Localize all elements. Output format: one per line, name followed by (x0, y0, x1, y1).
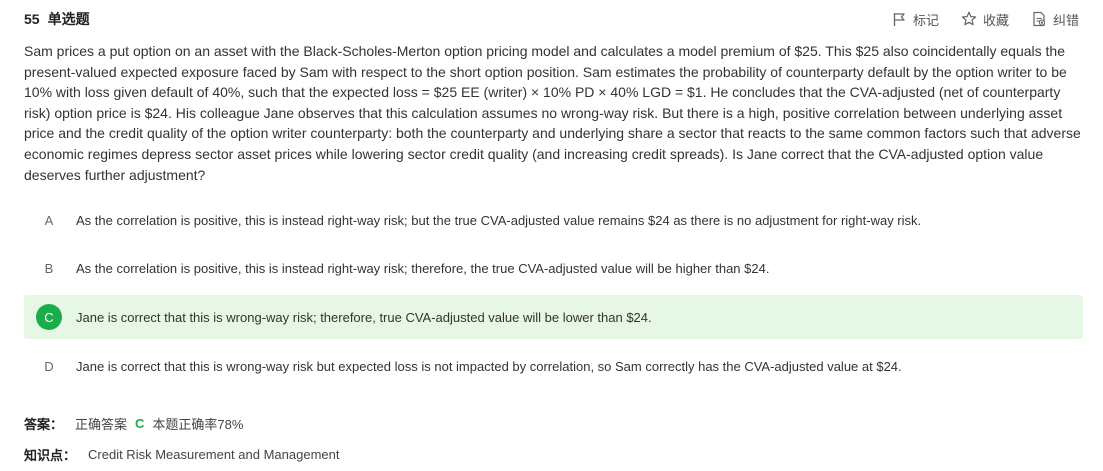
option-letter-selected: C (36, 304, 62, 331)
question-stem: Sam prices a put option on an asset with… (24, 43, 1081, 183)
report-error-button[interactable]: 纠错 (1031, 10, 1079, 29)
option-letter: B (44, 261, 54, 277)
option-a[interactable]: A As the correlation is positive, this i… (24, 198, 1083, 242)
knowledge-point-label: 知识点： (24, 448, 77, 463)
options-list: A As the correlation is positive, this i… (24, 198, 1083, 393)
option-letter: D (44, 358, 54, 374)
question-actions: 标记 收藏 纠错 (892, 10, 1079, 29)
question-number: 55 (24, 11, 40, 27)
correct-answer-label: 正确答案 (75, 417, 128, 432)
answer-row: 答案： 正确答案 C 本题正确率78% (24, 414, 243, 433)
option-letter: A (44, 212, 54, 228)
report-label: 纠错 (1052, 12, 1079, 28)
correct-answer-letter: C (135, 416, 145, 431)
flag-icon (892, 12, 907, 27)
option-text: As the correlation is positive, this is … (76, 212, 922, 228)
question-title: 55 单选题 (24, 9, 90, 29)
knowledge-point-row: 知识点： Credit Risk Measurement and Managem… (24, 445, 339, 464)
favorite-label: 收藏 (982, 12, 1009, 28)
option-text: As the correlation is positive, this is … (76, 261, 770, 277)
mark-label: 标记 (912, 12, 939, 28)
option-b[interactable]: B As the correlation is positive, this i… (24, 247, 1083, 291)
accuracy-text: 本题正确率78% (152, 417, 244, 432)
option-text: Jane is correct that this is wrong-way r… (76, 358, 902, 374)
report-document-icon (1031, 11, 1047, 27)
star-icon (961, 11, 977, 27)
option-c[interactable]: C Jane is correct that this is wrong-way… (24, 295, 1083, 340)
answer-label: 答案： (24, 417, 64, 432)
favorite-button[interactable]: 收藏 (961, 10, 1009, 29)
option-text: Jane is correct that this is wrong-way r… (76, 309, 652, 325)
mark-button[interactable]: 标记 (892, 10, 939, 29)
question-type: 单选题 (47, 11, 90, 27)
option-d[interactable]: D Jane is correct that this is wrong-way… (24, 344, 1083, 388)
knowledge-point-value: Credit Risk Measurement and Management (88, 447, 340, 462)
question-header: 55 单选题 标记 收藏 纠错 (24, 8, 1079, 30)
